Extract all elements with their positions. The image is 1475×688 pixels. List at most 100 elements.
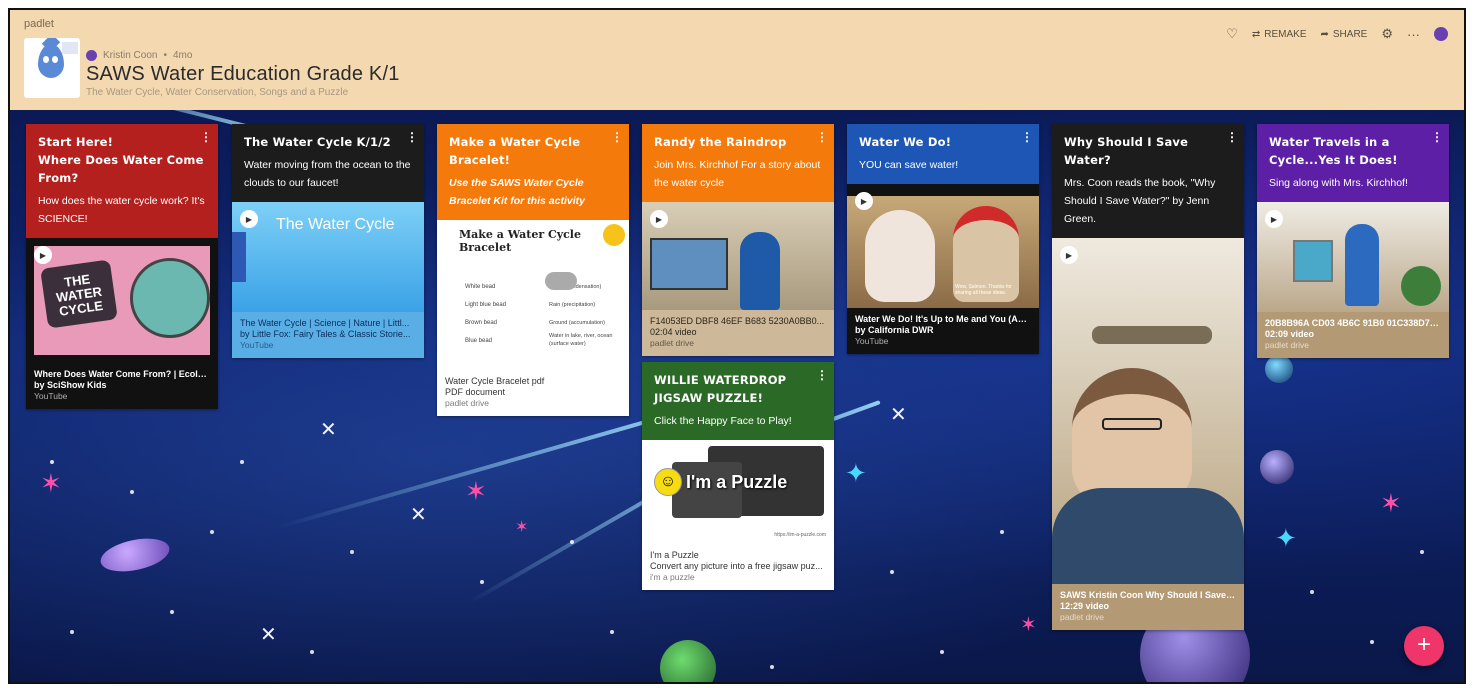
video-thumbnail[interactable]: Wow, Salmon. Thanks for sharing all thes… — [847, 184, 1039, 308]
avatar[interactable] — [1434, 27, 1448, 41]
post-card[interactable]: Randy the Raindrop Join Mrs. Kirchhof Fo… — [642, 124, 834, 356]
attachment-title: Water Cycle Bracelet pdf — [445, 376, 545, 386]
post-body: Use the SAWS Water Cycle Bracelet Kit fo… — [449, 177, 585, 207]
play-icon[interactable]: ▶ — [855, 192, 873, 210]
post-card[interactable]: Water Travels in a Cycle...Yes It Does! … — [1257, 124, 1449, 358]
attachment-title: I'm a Puzzle — [650, 550, 699, 560]
cycle-diagram — [130, 258, 210, 338]
attachment-info[interactable]: Where Does Water Come From? | Ecolog... … — [26, 363, 218, 409]
gear-icon[interactable]: ⚙ — [1381, 26, 1393, 42]
attachment-title: Water We Do! It's Up to Me and You (Abri… — [855, 314, 1031, 324]
attachment-title: The Water Cycle | Science | Nature | Lit… — [240, 318, 410, 328]
star: ✦ — [845, 458, 867, 488]
play-icon[interactable]: ▶ — [34, 246, 52, 264]
star-dot — [480, 580, 484, 584]
attachment-duration: 02:09 video — [1265, 329, 1315, 339]
remake-button[interactable]: ⇄ REMAKE — [1252, 29, 1307, 40]
video-thumbnail[interactable]: ▶ — [642, 202, 834, 310]
post-card[interactable]: Why Should I Save Water? Mrs. Coon reads… — [1052, 124, 1244, 630]
column-4: Randy the Raindrop Join Mrs. Kirchhof Fo… — [642, 124, 834, 596]
video-thumbnail[interactable]: The Water Cycle ▶ — [232, 202, 424, 312]
star-dot — [130, 490, 134, 494]
star: ✶ — [515, 519, 529, 536]
share-button[interactable]: ➦ SHARE — [1321, 29, 1368, 40]
post-card[interactable]: Start Here! Where Does Water Come From? … — [26, 124, 218, 409]
video-thumbnail[interactable]: ▶ — [1052, 238, 1244, 584]
post-body: How does the water cycle work? It's SCIE… — [38, 195, 205, 225]
post-card[interactable]: Make a Water Cycle Bracelet! Use the SAW… — [437, 124, 629, 416]
more-icon[interactable]: ⋮ — [816, 130, 828, 144]
column-5: Water We Do! YOU can save water! ⋮ Wow, … — [847, 124, 1039, 360]
heart-icon[interactable]: ♡ — [1226, 26, 1238, 42]
cloud-icon — [545, 272, 577, 290]
author-name[interactable]: Kristin Coon — [103, 50, 157, 61]
puzzle-logo-text: I'm a Puzzle — [686, 472, 788, 492]
attachment-type: PDF document — [445, 387, 506, 397]
more-icon[interactable]: ⋮ — [1021, 130, 1033, 144]
play-icon[interactable]: ▶ — [650, 210, 668, 228]
board-logo — [24, 38, 80, 98]
post-card[interactable]: The Water Cycle K/1/2 Water moving from … — [232, 124, 424, 358]
column-6: Why Should I Save Water? Mrs. Coon reads… — [1052, 124, 1244, 636]
attachment-info[interactable]: 20B8B96A CD03 4B6C 91B0 01C338D7B... 02:… — [1257, 312, 1449, 358]
shelf-decor — [1092, 326, 1212, 344]
plant — [1401, 266, 1441, 306]
post-title: Water Travels in a Cycle...Yes It Does! — [1269, 135, 1398, 167]
planet — [1260, 450, 1294, 484]
star-dot — [940, 650, 944, 654]
presenter — [740, 232, 780, 310]
avatar[interactable] — [86, 50, 97, 61]
attachment-description: Convert any picture into a free jigsaw p… — [650, 561, 823, 571]
remake-label: REMAKE — [1264, 28, 1307, 40]
more-icon[interactable]: ⋮ — [200, 130, 212, 144]
padlet-board: ✶ ✶ ✶ ✦ ✦ ✕ ✕ ✕ ✕ ✶ ✶ padlet Kristin Coo… — [8, 8, 1466, 684]
post-card[interactable]: WILLIE WATERDROP JIGSAW PUZZLE! Click th… — [642, 362, 834, 590]
attachment-info[interactable]: Water We Do! It's Up to Me and You (Abri… — [847, 308, 1039, 354]
happy-face-icon[interactable]: ☺ — [654, 468, 682, 496]
attachment-info[interactable]: F14053ED DBF8 46EF B683 5230A0BB0... 02:… — [642, 310, 834, 356]
attachment-duration: 02:04 video — [650, 327, 697, 337]
post-title: Randy the Raindrop — [654, 135, 787, 149]
star: ✶ — [1020, 614, 1037, 636]
star-dot — [350, 550, 354, 554]
post-body: Join Mrs. Kirchhof For a story about the… — [654, 159, 821, 189]
more-icon[interactable]: ⋮ — [611, 130, 623, 144]
more-icon[interactable]: ⋮ — [1226, 130, 1238, 144]
author-meta: Kristin Coon • 4mo — [86, 50, 192, 61]
more-icon[interactable]: ⋮ — [406, 130, 418, 144]
share-icon: ➦ — [1320, 28, 1329, 40]
add-post-button[interactable]: + — [1404, 626, 1444, 666]
star: ✕ — [320, 419, 337, 441]
play-icon[interactable]: ▶ — [240, 210, 258, 228]
padlet-brand[interactable]: padlet — [24, 18, 54, 30]
column-1: Start Here! Where Does Water Come From? … — [26, 124, 218, 415]
bead-legend: White bead Light blue bead Brown bead Bl… — [465, 284, 507, 344]
attachment-info[interactable]: SAWS Kristin Coon Why Should I Save W...… — [1052, 584, 1244, 630]
attachment-source: i'm a puzzle — [650, 572, 695, 582]
star: ✶ — [465, 476, 487, 506]
board-prop — [650, 238, 728, 290]
star-dot — [310, 650, 314, 654]
video-thumbnail[interactable]: ▶ — [1257, 202, 1449, 312]
thumbnail-image: Wow, Salmon. Thanks for sharing all thes… — [847, 196, 1039, 308]
video-caption: Wow, Salmon. Thanks for sharing all thes… — [955, 284, 1012, 296]
post-card[interactable]: Water We Do! YOU can save water! ⋮ Wow, … — [847, 124, 1039, 354]
play-icon[interactable]: ▶ — [1060, 246, 1078, 264]
pdf-preview[interactable]: Make a Water Cycle Bracelet White bead L… — [437, 220, 629, 370]
planet — [97, 533, 173, 577]
more-icon[interactable]: ⋮ — [1431, 130, 1443, 144]
attachment-source: YouTube — [34, 391, 68, 401]
puzzle-preview[interactable]: ☺ I'm a Puzzle https://im-a-puzzle.com — [642, 440, 834, 544]
attachment-info[interactable]: Water Cycle Bracelet pdf PDF document pa… — [437, 370, 629, 416]
post-header: Make a Water Cycle Bracelet! Use the SAW… — [437, 124, 629, 220]
play-icon[interactable]: ▶ — [1265, 210, 1283, 228]
column-3: Make a Water Cycle Bracelet! Use the SAW… — [437, 124, 629, 422]
attachment-info[interactable]: I'm a Puzzle Convert any picture into a … — [642, 544, 834, 590]
attachment-info[interactable]: The Water Cycle | Science | Nature | Lit… — [232, 312, 424, 358]
attachment-source: padlet drive — [445, 398, 489, 408]
video-thumbnail[interactable]: THE WATER CYCLE ▶ — [26, 238, 218, 363]
remake-icon: ⇄ — [1251, 28, 1261, 40]
more-icon[interactable]: ⋮ — [816, 368, 828, 382]
more-icon[interactable]: ··· — [1407, 27, 1420, 42]
thumbnail-text: The Water Cycle — [276, 216, 395, 233]
